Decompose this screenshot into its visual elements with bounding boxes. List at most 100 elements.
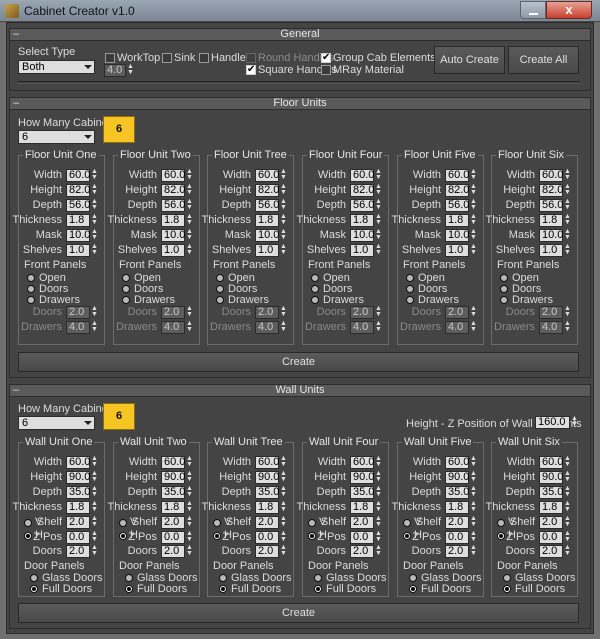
spinner-arrows-icon[interactable]: ▲ ▼ <box>91 485 98 499</box>
spinner-arrows-icon[interactable]: ▲ ▼ <box>91 213 98 227</box>
wall-depth-spinner[interactable]: 35.0 ▲ ▼ <box>445 485 477 499</box>
floor-height-spinner[interactable]: 82.0 ▲ ▼ <box>539 183 571 197</box>
wall-depth-spinner[interactable]: 35.0 ▲ ▼ <box>539 485 571 499</box>
floor-mask-spinner[interactable]: 10.0 ▲ ▼ <box>255 228 287 242</box>
floor-width-spinner[interactable]: 60.0 ▲ ▼ <box>539 168 571 182</box>
spinner-arrows-icon[interactable]: ▲ ▼ <box>280 485 287 499</box>
spinner-arrows-icon[interactable]: ▲ ▼ <box>91 305 98 319</box>
front-panel-radio[interactable] <box>122 296 130 304</box>
floor-width-spinner[interactable]: 60.0 ▲ ▼ <box>255 168 287 182</box>
floor-width-spinner[interactable]: 60.0 ▲ ▼ <box>66 168 98 182</box>
front-panel-radio[interactable] <box>500 285 508 293</box>
floor-drawers-spinner[interactable]: 4.0 ▲ ▼ <box>255 320 287 334</box>
spinner-arrows-icon[interactable]: ▲ ▼ <box>280 544 287 558</box>
glass-doors-radio[interactable] <box>30 574 38 582</box>
wall-doors-spinner[interactable]: 2.0 ▲ ▼ <box>66 544 98 558</box>
front-panel-radio[interactable] <box>216 274 224 282</box>
general-rollout-header[interactable]: – General <box>9 28 591 41</box>
spinner-arrows-icon[interactable]: ▲ ▼ <box>564 485 571 499</box>
spinner-arrows-icon[interactable]: ▲ ▼ <box>186 544 193 558</box>
minimize-button[interactable] <box>520 1 546 19</box>
floor-drawers-spinner[interactable]: 4.0 ▲ ▼ <box>161 320 193 334</box>
spinner-arrows-icon[interactable]: ▲ ▼ <box>186 168 193 182</box>
spinner-arrows-icon[interactable]: ▲ ▼ <box>375 243 382 257</box>
floor-doors-spinner[interactable]: 2.0 ▲ ▼ <box>161 305 193 319</box>
wall-depth-spinner[interactable]: 35.0 ▲ ▼ <box>350 485 382 499</box>
spinner-arrows-icon[interactable]: ▲ ▼ <box>564 544 571 558</box>
spinner-arrows-icon[interactable]: ▲ ▼ <box>91 168 98 182</box>
floor-thickness-spinner[interactable]: 1.8 ▲ ▼ <box>445 213 477 227</box>
spinner-arrows-icon[interactable]: ▲ ▼ <box>470 243 477 257</box>
spinner-arrows-icon[interactable]: ▲ ▼ <box>470 470 477 484</box>
floor-depth-spinner[interactable]: 56.0 ▲ ▼ <box>161 198 193 212</box>
spinner-arrows-icon[interactable]: ▲ ▼ <box>564 470 571 484</box>
front-panel-radio[interactable] <box>311 274 319 282</box>
front-panel-radio[interactable] <box>311 285 319 293</box>
spinner-arrows-icon[interactable]: ▲ ▼ <box>280 243 287 257</box>
spinner-arrows-icon[interactable]: ▲ ▼ <box>127 63 134 77</box>
wall-height-spinner[interactable]: 90.0 ▲ ▼ <box>445 470 477 484</box>
spinner-arrows-icon[interactable]: ▲ ▼ <box>564 455 571 469</box>
glass-doors-radio[interactable] <box>409 574 417 582</box>
front-panel-radio[interactable] <box>311 296 319 304</box>
handles-checkbox[interactable] <box>199 53 209 63</box>
floor-shelves-spinner[interactable]: 1.0 ▲ ▼ <box>255 243 287 257</box>
wall-width-spinner[interactable]: 60.0 ▲ ▼ <box>66 455 98 469</box>
spinner-arrows-icon[interactable]: ▲ ▼ <box>470 500 477 514</box>
spinner-arrows-icon[interactable]: ▲ ▼ <box>280 183 287 197</box>
wall-depth-spinner[interactable]: 35.0 ▲ ▼ <box>66 485 98 499</box>
spinner-arrows-icon[interactable]: ▲ ▼ <box>91 470 98 484</box>
floor-shelves-spinner[interactable]: 1.0 ▲ ▼ <box>161 243 193 257</box>
wall-count-dropdown[interactable]: 6 <box>18 416 95 430</box>
front-panel-radio[interactable] <box>27 274 35 282</box>
front-panel-radio[interactable] <box>406 274 414 282</box>
wall-z-pos-spinner[interactable]: 0.0 ▲ ▼ <box>161 530 193 544</box>
floor-shelves-spinner[interactable]: 1.0 ▲ ▼ <box>66 243 98 257</box>
spinner-arrows-icon[interactable]: ▲ ▼ <box>186 198 193 212</box>
spinner-arrows-icon[interactable]: ▲ ▼ <box>280 470 287 484</box>
spinner-arrows-icon[interactable]: ▲ ▼ <box>280 213 287 227</box>
floor-shelves-spinner[interactable]: 1.0 ▲ ▼ <box>350 243 382 257</box>
front-panel-radio[interactable] <box>27 285 35 293</box>
worktop-checkbox[interactable] <box>105 53 115 63</box>
wall-height-spinner[interactable]: 90.0 ▲ ▼ <box>66 470 98 484</box>
floor-mask-spinner[interactable]: 10.0 ▲ ▼ <box>66 228 98 242</box>
wall-doors-spinner[interactable]: 2.0 ▲ ▼ <box>350 544 382 558</box>
spinner-arrows-icon[interactable]: ▲ ▼ <box>470 485 477 499</box>
spinner-arrows-icon[interactable]: ▲ ▼ <box>375 213 382 227</box>
spinner-arrows-icon[interactable]: ▲ ▼ <box>564 500 571 514</box>
orientation-h-radio[interactable] <box>213 532 221 540</box>
spinner-arrows-icon[interactable]: ▲ ▼ <box>186 183 193 197</box>
orientation-v-radio[interactable] <box>213 519 221 527</box>
floor-height-spinner[interactable]: 82.0 ▲ ▼ <box>445 183 477 197</box>
spinner-arrows-icon[interactable]: ▲ ▼ <box>564 168 571 182</box>
floor-depth-spinner[interactable]: 56.0 ▲ ▼ <box>539 198 571 212</box>
full-doors-radio[interactable] <box>30 585 38 593</box>
front-panel-radio[interactable] <box>27 296 35 304</box>
wall-thickness-spinner[interactable]: 1.8 ▲ ▼ <box>539 500 571 514</box>
floor-doors-spinner[interactable]: 2.0 ▲ ▼ <box>350 305 382 319</box>
wall-doors-spinner[interactable]: 2.0 ▲ ▼ <box>445 544 477 558</box>
floor-width-spinner[interactable]: 60.0 ▲ ▼ <box>161 168 193 182</box>
wall-doors-spinner[interactable]: 2.0 ▲ ▼ <box>255 544 287 558</box>
wall-z-pos-spinner[interactable]: 0.0 ▲ ▼ <box>539 530 571 544</box>
floor-thickness-spinner[interactable]: 1.8 ▲ ▼ <box>66 213 98 227</box>
spinner-arrows-icon[interactable]: ▲ ▼ <box>375 168 382 182</box>
wall-width-spinner[interactable]: 60.0 ▲ ▼ <box>161 455 193 469</box>
mray-material-checkbox[interactable] <box>321 65 331 75</box>
full-doors-radio[interactable] <box>503 585 511 593</box>
spinner-arrows-icon[interactable]: ▲ ▼ <box>186 455 193 469</box>
wall-thickness-spinner[interactable]: 1.8 ▲ ▼ <box>66 500 98 514</box>
spinner-arrows-icon[interactable]: ▲ ▼ <box>186 228 193 242</box>
spinner-arrows-icon[interactable]: ▲ ▼ <box>91 515 98 529</box>
orientation-h-radio[interactable] <box>119 532 127 540</box>
spinner-arrows-icon[interactable]: ▲ ▼ <box>375 320 382 334</box>
wall-thickness-spinner[interactable]: 1.8 ▲ ▼ <box>255 500 287 514</box>
wall-height-spinner[interactable]: 90.0 ▲ ▼ <box>161 470 193 484</box>
floor-drawers-spinner[interactable]: 4.0 ▲ ▼ <box>350 320 382 334</box>
spinner-arrows-icon[interactable]: ▲ ▼ <box>375 530 382 544</box>
spinner-arrows-icon[interactable]: ▲ ▼ <box>186 305 193 319</box>
floor-rollout-header[interactable]: – Floor Units <box>9 97 591 110</box>
floor-height-spinner[interactable]: 82.0 ▲ ▼ <box>66 183 98 197</box>
wall-z-pos-spinner[interactable]: 0.0 ▲ ▼ <box>350 530 382 544</box>
